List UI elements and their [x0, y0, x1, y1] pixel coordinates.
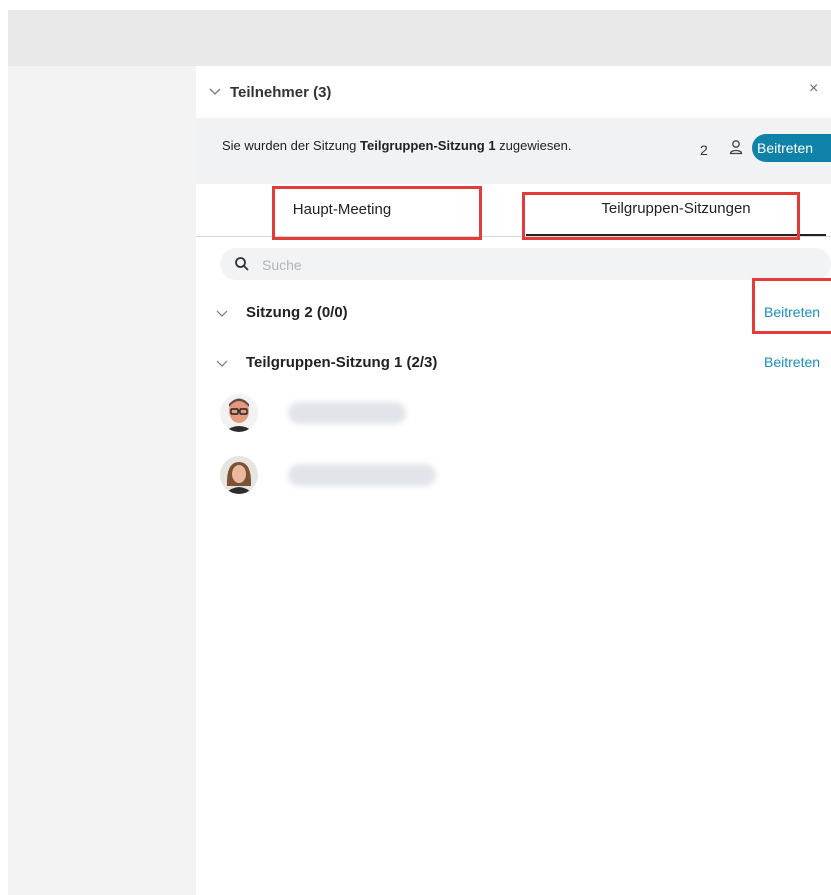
close-icon[interactable]: ×	[809, 80, 818, 98]
session-row[interactable]: Sitzung 2 (0/0) Beitreten	[196, 294, 831, 334]
chevron-down-icon[interactable]	[216, 357, 228, 369]
participants-panel: Teilnehmer (3) × Sie wurden der Sitzung …	[196, 66, 831, 895]
tab-breakout-sessions[interactable]: Teilgruppen-Sitzungen	[526, 184, 826, 236]
notice-text: Sie wurden der Sitzung Teilgruppen-Sitzu…	[222, 138, 572, 153]
search-bar	[220, 248, 831, 280]
join-assigned-session-button[interactable]: Beitreten	[752, 134, 831, 162]
panel-header: Teilnehmer (3) ×	[196, 66, 831, 118]
session-name: Teilgruppen-Sitzung 1 (2/3)	[246, 354, 438, 371]
participant-name-redacted	[288, 402, 406, 424]
left-pane	[8, 66, 196, 895]
tab-main-meeting[interactable]: Haupt-Meeting	[226, 184, 458, 236]
avatar	[220, 394, 258, 432]
participant-row[interactable]	[196, 454, 831, 500]
session-name: Sitzung 2 (0/0)	[246, 304, 348, 321]
participant-count: 2	[700, 142, 708, 158]
participant-name-redacted	[288, 464, 436, 486]
join-session-button[interactable]: Beitreten	[764, 304, 820, 320]
join-session-button[interactable]: Beitreten	[764, 354, 820, 370]
participant-row[interactable]	[196, 392, 831, 438]
assignment-notice: Sie wurden der Sitzung Teilgruppen-Sitzu…	[196, 118, 831, 184]
session-row[interactable]: Teilgruppen-Sitzung 1 (2/3) Beitreten	[196, 344, 831, 384]
avatar	[220, 456, 258, 494]
top-bar	[8, 10, 831, 66]
chevron-down-icon[interactable]	[208, 84, 222, 98]
panel-title: Teilnehmer (3)	[230, 84, 332, 101]
notice-session-name: Teilgruppen-Sitzung 1	[360, 138, 496, 153]
search-icon	[235, 257, 249, 271]
chevron-down-icon[interactable]	[216, 307, 228, 319]
search-input[interactable]	[260, 253, 664, 277]
tab-bar: Haupt-Meeting Teilgruppen-Sitzungen	[196, 184, 831, 237]
person-icon	[729, 140, 743, 155]
